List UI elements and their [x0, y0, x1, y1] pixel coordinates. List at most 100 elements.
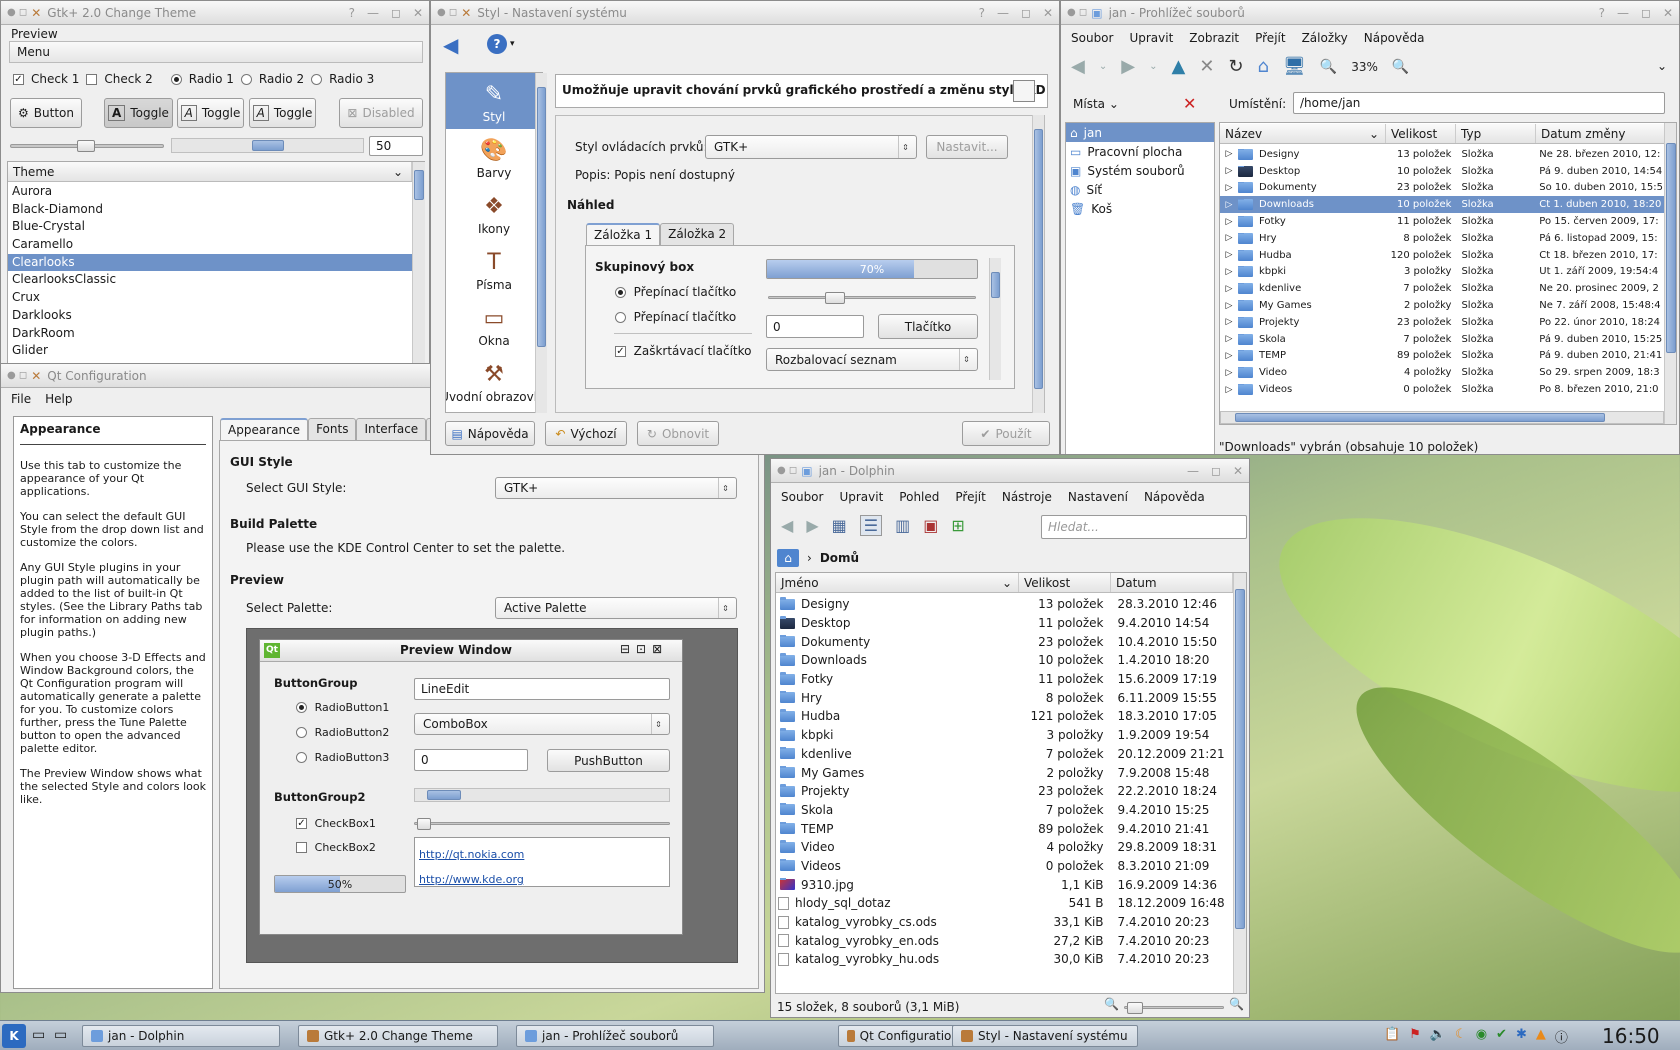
stop-icon[interactable]: ✕ — [1199, 56, 1214, 77]
theme-item[interactable]: Black-Diamond — [8, 201, 412, 219]
maximize-icon[interactable]: ◻ — [391, 6, 401, 20]
preview-window-controls[interactable]: ⊟⊡⊠ — [620, 642, 668, 656]
expand-icon[interactable]: ▷ — [1220, 351, 1238, 361]
table-row[interactable]: ▷ Dokumenty 23 položek Složka So 10. duben 2… — [1220, 180, 1665, 197]
theme-item[interactable]: Darklooks — [8, 307, 412, 325]
list-item[interactable]: 9310.jpg 1,1 KiB 16.9.2009 14:36 — [776, 875, 1231, 894]
styl-sidebar-scroll[interactable] — [535, 73, 547, 413]
pw-link-kde[interactable]: http://www.kde.org — [419, 873, 524, 886]
close-icon[interactable]: ✕ — [413, 6, 423, 20]
pw-hscroll[interactable] — [414, 788, 670, 802]
col-size[interactable]: Velikost — [1386, 124, 1456, 143]
list-item[interactable]: Projekty 23 položek 22.2.2010 18:24 — [776, 782, 1231, 801]
window-menu-icons[interactable]: ● ◻ — [7, 7, 27, 18]
expand-icon[interactable]: ▷ — [1220, 334, 1238, 344]
dolphin-search-input[interactable]: Hledat... — [1041, 515, 1247, 539]
tab-zalozka-2[interactable]: Záložka 2 — [660, 223, 735, 245]
list-item[interactable]: katalog_vyrobky_en.ods 27,2 KiB 7.4.2010 2… — [776, 931, 1231, 950]
window-menu-icons[interactable]: ● ◻ — [777, 465, 797, 476]
table-row[interactable]: ▷ Downloads 10 položek Složka Čt 1. duben 20… — [1220, 196, 1665, 214]
list-item[interactable]: Hudba 121 položek 18.3.2010 17:05 — [776, 707, 1231, 726]
bluetooth-icon[interactable]: ✱ — [1516, 1027, 1527, 1046]
table-row[interactable]: ▷ kbpki 3 položky Složka Út 1. září 2009, 19… — [1220, 264, 1665, 281]
styl-slider-knob[interactable] — [825, 292, 845, 304]
list-item[interactable]: kbpki 3 položky 1.9.2009 19:54 — [776, 726, 1231, 745]
pw-radio2[interactable]: RadioButton2 — [296, 725, 389, 739]
dolphin-rows[interactable]: Designy 13 položek 28.3.2010 12:46 Desktop 1… — [776, 595, 1231, 969]
expand-icon[interactable]: ▷ — [1220, 233, 1238, 243]
theme-item[interactable]: Caramello — [8, 236, 412, 254]
network-icon[interactable]: ◉ — [1476, 1027, 1487, 1046]
col-date[interactable]: Datum — [1111, 573, 1233, 592]
table-row[interactable]: ▷ Skola 7 položek Složka Pá 9. duben 2010, 1… — [1220, 331, 1665, 348]
gtk-button[interactable]: ⚙ Button — [10, 98, 82, 128]
pw-check1-box[interactable]: ✓ — [296, 818, 307, 829]
dolphin-menu-item[interactable]: Nástroje — [1002, 490, 1052, 504]
sidebar-item-tools[interactable]: ⚒ Úvodní obrazovka — [446, 353, 542, 409]
styl-slider[interactable] — [768, 292, 976, 304]
table-row[interactable]: ▷ Hudba 120 položek Složka Čt 18. březen 201… — [1220, 247, 1665, 264]
expand-icon[interactable]: ▷ — [1220, 284, 1238, 294]
pw-slider[interactable] — [414, 818, 670, 830]
gui-style-combo[interactable]: GTK+ ⇕ — [495, 477, 737, 499]
close-icon[interactable]: ✕ — [1233, 464, 1243, 478]
maximize-icon[interactable]: ◻ — [1021, 6, 1031, 20]
preview-scroll-thumb[interactable] — [991, 272, 1000, 298]
expand-icon[interactable]: ▷ — [1220, 200, 1238, 210]
dolphin-column-header[interactable]: Jméno ⌄ Velikost Datum — [776, 573, 1233, 593]
sidebar-item-brush[interactable]: ✎ Styl — [446, 73, 542, 129]
minimize-icon[interactable]: — — [997, 6, 1009, 20]
places-label[interactable]: Místa ⌄ — [1073, 97, 1119, 111]
location-input[interactable]: /home/jan — [1293, 92, 1665, 114]
col-name[interactable]: Název ⌄ — [1220, 124, 1386, 143]
table-row[interactable]: ▷ kdenlive 7 položek Složka Ne 20. prosinec … — [1220, 280, 1665, 297]
browser-menu-item[interactable]: Upravit — [1129, 31, 1173, 45]
maximize-icon[interactable]: ◻ — [1211, 464, 1221, 478]
list-item[interactable]: Designy 13 položek 28.3.2010 12:46 — [776, 595, 1231, 614]
col-type[interactable]: Typ — [1456, 124, 1536, 143]
sidebar-item-font[interactable]: T Písma — [446, 241, 542, 297]
pw-radio2-dot[interactable] — [296, 727, 307, 738]
browser-menu-item[interactable]: Nápověda — [1364, 31, 1425, 45]
theme-item[interactable]: Blue-Crystal — [8, 218, 412, 236]
tab-zalozka-1[interactable]: Záložka 1 — [586, 223, 661, 245]
radio2-button[interactable] — [240, 73, 252, 85]
zoom-out-icon[interactable]: 🔍 — [1104, 997, 1119, 1011]
dolphin-menu-item[interactable]: Upravit — [839, 490, 883, 504]
expand-icon[interactable]: ▷ — [1220, 317, 1238, 327]
list-item[interactable]: katalog_vyrobky_hu.ods 30,0 KiB 7.4.2010 2… — [776, 950, 1231, 969]
expand-icon[interactable]: ▷ — [1220, 183, 1238, 193]
reload-icon[interactable]: ↻ — [1228, 56, 1243, 77]
task-browser[interactable]: jan - Prohlížeč souborů — [516, 1025, 714, 1047]
style-combo[interactable]: GTK+ ⇕ — [705, 135, 917, 159]
table-row[interactable]: ▷ Designy 13 položek Složka Ne 28. březen 20… — [1220, 146, 1665, 163]
pw-combobox[interactable]: ComboBox ⇕ — [414, 713, 670, 735]
flag-icon[interactable]: ⚑ — [1409, 1027, 1421, 1046]
styl-check-box[interactable]: ✓ — [615, 346, 626, 357]
theme-scrollbar[interactable] — [412, 162, 425, 365]
place-item[interactable]: ⌂ jan — [1066, 123, 1214, 142]
sidebar-item-windows[interactable]: ▭ Okna — [446, 297, 542, 353]
pw-link-qt[interactable]: http://qt.nokia.com — [419, 848, 524, 861]
browser-menu-item[interactable]: Přejít — [1255, 31, 1285, 45]
theme-item[interactable]: ClearlooksClassic — [8, 271, 412, 289]
gtk-toggle-3[interactable]: A Toggle — [249, 98, 316, 128]
styl-radio2[interactable]: Přepínací tlačítko — [615, 310, 736, 324]
dolphin-menu-item[interactable]: Přejít — [955, 490, 985, 504]
gtk-toggle-1[interactable]: A Toggle — [104, 98, 173, 128]
show-desktop-icon[interactable]: ▭ — [32, 1027, 45, 1043]
help-icon[interactable]: ? — [349, 6, 355, 20]
theme-item[interactable]: Crux — [8, 289, 412, 307]
styl-titlebar[interactable]: ● ◻ ✕ Styl - Nastavení systému ? — ◻ ✕ — [431, 1, 1059, 25]
browser-vscroll[interactable] — [1664, 123, 1676, 424]
pw-radio1-dot[interactable] — [296, 702, 307, 713]
tab-interface[interactable]: Interface — [356, 418, 427, 440]
sidebar-item-palette[interactable]: 🎨 Barvy — [446, 129, 542, 185]
pw-pushbutton[interactable]: PushButton — [547, 749, 670, 772]
task-dolphin[interactable]: jan - Dolphin — [82, 1025, 280, 1047]
pw-checkbox1[interactable]: ✓ CheckBox1 — [296, 816, 376, 830]
close-places-icon[interactable]: ✕ — [1183, 94, 1196, 113]
styl-spinbox[interactable]: 0 — [766, 315, 864, 338]
expand-icon[interactable]: ▷ — [1220, 149, 1238, 159]
pw-check2-box[interactable] — [296, 842, 307, 853]
